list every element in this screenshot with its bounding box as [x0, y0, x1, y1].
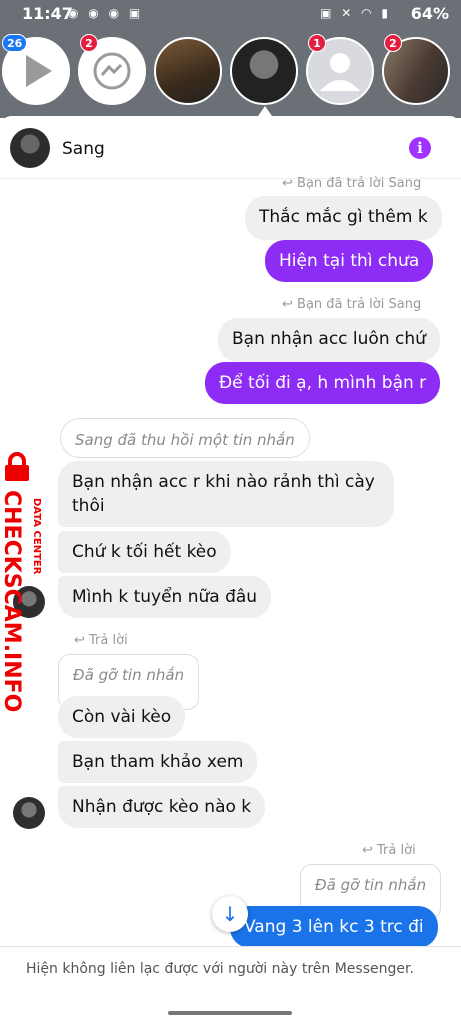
- system-icons: ▣ ✕ ◠ ▮: [320, 6, 391, 20]
- sent-message[interactable]: Vang 3 lên kc 3 trc đi: [230, 906, 438, 948]
- active-head-pointer: [258, 106, 272, 116]
- notification-icons: ◉ ◉ ◉ ▣: [68, 6, 144, 20]
- badge-count: 1: [308, 34, 326, 52]
- badge-count: 26: [2, 34, 28, 52]
- badge-count: 2: [80, 34, 98, 52]
- received-message[interactable]: Bạn nhận acc r khi nào rảnh thì cày thôi: [58, 461, 394, 527]
- unavailable-notice: Hiện không liên lạc được với người này t…: [26, 961, 414, 977]
- contact-avatar-small: [13, 797, 45, 829]
- arrow-down-icon: ↓: [221, 902, 239, 926]
- chat-head-avatar-1[interactable]: [154, 37, 222, 105]
- lock-icon: [5, 452, 29, 481]
- contact-avatar[interactable]: [10, 128, 50, 168]
- battery-level: 64%: [410, 4, 449, 23]
- reply-note: ↩ Bạn đã trả lời Sang: [282, 176, 422, 191]
- quoted-message[interactable]: Thắc mắc gì thêm k: [245, 196, 442, 240]
- watermark-subtitle: DATA CENTER: [31, 498, 42, 575]
- message-text: Bạn nhận acc r khi nào rảnh thì cày: [72, 472, 375, 492]
- received-message[interactable]: Mình k tuyển nữa đâu: [58, 576, 272, 618]
- sent-message[interactable]: Để tối đi ạ, h mình bận r: [205, 362, 441, 404]
- info-icon[interactable]: i: [409, 137, 431, 159]
- scroll-down-button[interactable]: ↓: [212, 896, 248, 932]
- reply-note: ↩ Trả lời: [74, 633, 128, 648]
- status-time: 11:47: [22, 4, 73, 23]
- received-message[interactable]: Chứ k tối hết kèo: [58, 531, 231, 573]
- reply-note: ↩ Bạn đã trả lời Sang: [282, 297, 422, 312]
- status-bar: 11:47 ◉ ◉ ◉ ▣ ▣ ✕ ◠ ▮ 64%: [0, 0, 461, 28]
- contact-name[interactable]: Sang: [62, 139, 105, 159]
- received-message[interactable]: Bạn tham khảo xem: [58, 741, 258, 783]
- conversation-header: Sang i: [0, 116, 461, 179]
- watermark-brand: CHECKSCAM.INFO: [0, 490, 24, 713]
- badge-count: 2: [384, 34, 402, 52]
- received-message[interactable]: Còn vài kèo: [58, 696, 186, 738]
- chat-head-avatar-2[interactable]: [230, 37, 298, 105]
- reply-note: ↩ Trả lời: [362, 843, 416, 858]
- quoted-message[interactable]: Bạn nhận acc luôn chứ: [218, 318, 440, 362]
- received-message[interactable]: Nhận được kèo nào k: [58, 786, 266, 828]
- unsent-notice: Sang đã thu hồi một tin nhắn: [60, 418, 310, 458]
- chat-heads-bar: 26 2 1 2: [0, 28, 461, 118]
- gesture-nav-bar[interactable]: [168, 1011, 292, 1015]
- message-text: thôi: [72, 496, 105, 516]
- sent-message[interactable]: Hiện tại thì chưa: [265, 240, 434, 282]
